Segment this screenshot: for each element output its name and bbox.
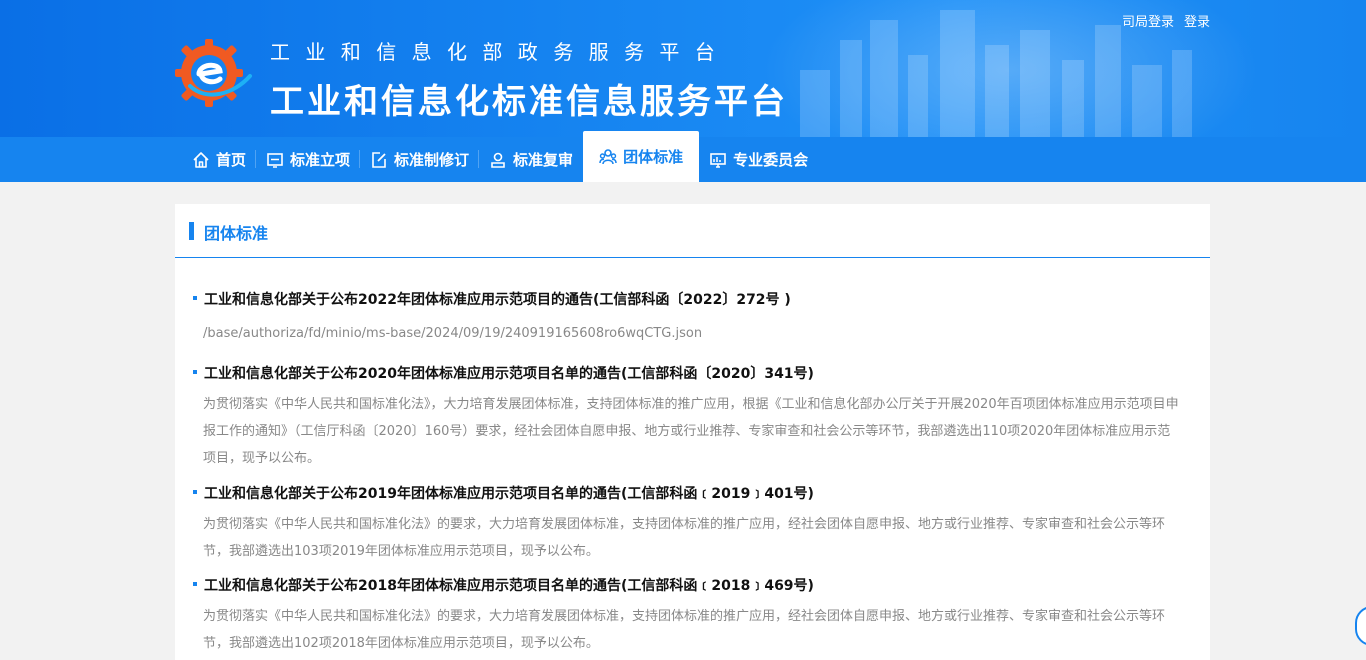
nav-label: 标准制修订: [394, 151, 470, 169]
notice-item: 工业和信息化部关于公布2022年团体标准应用示范项目的通告(工信部科函〔2022…: [193, 289, 1193, 347]
nav-label: 专业委员会: [733, 151, 809, 169]
nav-item-standard-proposal[interactable]: 标准立项: [256, 137, 361, 182]
site-header: 工业和信息化部政务服务平台 工业和信息化标准信息服务平台 司局登录 登录: [0, 0, 1366, 137]
main-nav: 首页 标准立项 标准制修订 标准复审 团体标准 专业委员会: [0, 131, 1366, 182]
group-icon: [599, 148, 617, 166]
nav-item-group-standard[interactable]: 团体标准: [583, 131, 700, 182]
content-panel: 团体标准 工业和信息化部关于公布2022年团体标准应用示范项目的通告(工信部科函…: [175, 204, 1210, 660]
review-icon: [489, 151, 507, 169]
nav-item-standard-review[interactable]: 标准复审: [479, 137, 583, 182]
nav-label: 团体标准: [623, 148, 684, 166]
nav-item-standard-revision[interactable]: 标准制修订: [360, 137, 480, 182]
notice-description: 为贯彻落实《中华人民共和国标准化法》，大力培育发展团体标准，支持团体标准的推广应…: [203, 397, 1179, 466]
notice-item: 工业和信息化部关于公布2018年团体标准应用示范项目名单的通告(工信部科函﹝20…: [193, 575, 1193, 657]
home-icon: [192, 151, 210, 169]
nav-items: 首页 标准立项 标准制修订 标准复审 团体标准 专业委员会: [182, 131, 818, 182]
department-login-link[interactable]: 司局登录: [1122, 11, 1174, 30]
nav-item-home[interactable]: 首页: [182, 137, 257, 182]
title-accent-bar: [189, 222, 194, 240]
site-title: 工业和信息化标准信息服务平台: [270, 82, 788, 122]
edit-doc-icon: [370, 151, 388, 169]
notice-description: 为贯彻落实《中华人民共和国标准化法》的要求，大力培育发展团体标准，支持团体标准的…: [203, 609, 1166, 651]
side-float-button[interactable]: [1355, 606, 1366, 646]
site-subtitle: 工业和信息化部政务服务平台: [270, 40, 731, 64]
notice-description: 为贯彻落实《中华人民共和国标准化法》的要求，大力培育发展团体标准，支持团体标准的…: [203, 517, 1166, 559]
notice-description: /base/authoriza/fd/minio/ms-base/2024/09…: [203, 326, 703, 341]
panel-title: 团体标准: [204, 224, 269, 243]
form-icon: [266, 151, 284, 169]
notice-title-link[interactable]: 工业和信息化部关于公布2019年团体标准应用示范项目名单的通告(工信部科函﹝20…: [193, 483, 1193, 503]
notice-item: 工业和信息化部关于公布2020年团体标准应用示范项目名单的通告(工信部科函〔20…: [193, 363, 1193, 472]
notice-title-link[interactable]: 工业和信息化部关于公布2018年团体标准应用示范项目名单的通告(工信部科函﹝20…: [193, 575, 1193, 595]
panel-header: 团体标准: [175, 204, 1210, 258]
nav-item-committee[interactable]: 专业委员会: [699, 137, 818, 182]
committee-icon: [709, 151, 727, 169]
nav-label: 标准复审: [513, 151, 574, 169]
site-logo[interactable]: [172, 36, 254, 110]
notice-title-link[interactable]: 工业和信息化部关于公布2020年团体标准应用示范项目名单的通告(工信部科函〔20…: [193, 363, 1193, 383]
nav-label: 首页: [216, 151, 247, 169]
nav-label: 标准立项: [290, 151, 351, 169]
notice-title-link[interactable]: 工业和信息化部关于公布2022年团体标准应用示范项目的通告(工信部科函〔2022…: [193, 289, 1193, 309]
login-link[interactable]: 登录: [1184, 11, 1210, 30]
notice-item: 工业和信息化部关于公布2019年团体标准应用示范项目名单的通告(工信部科函﹝20…: [193, 483, 1193, 565]
top-links: 司局登录 登录: [1122, 11, 1210, 30]
